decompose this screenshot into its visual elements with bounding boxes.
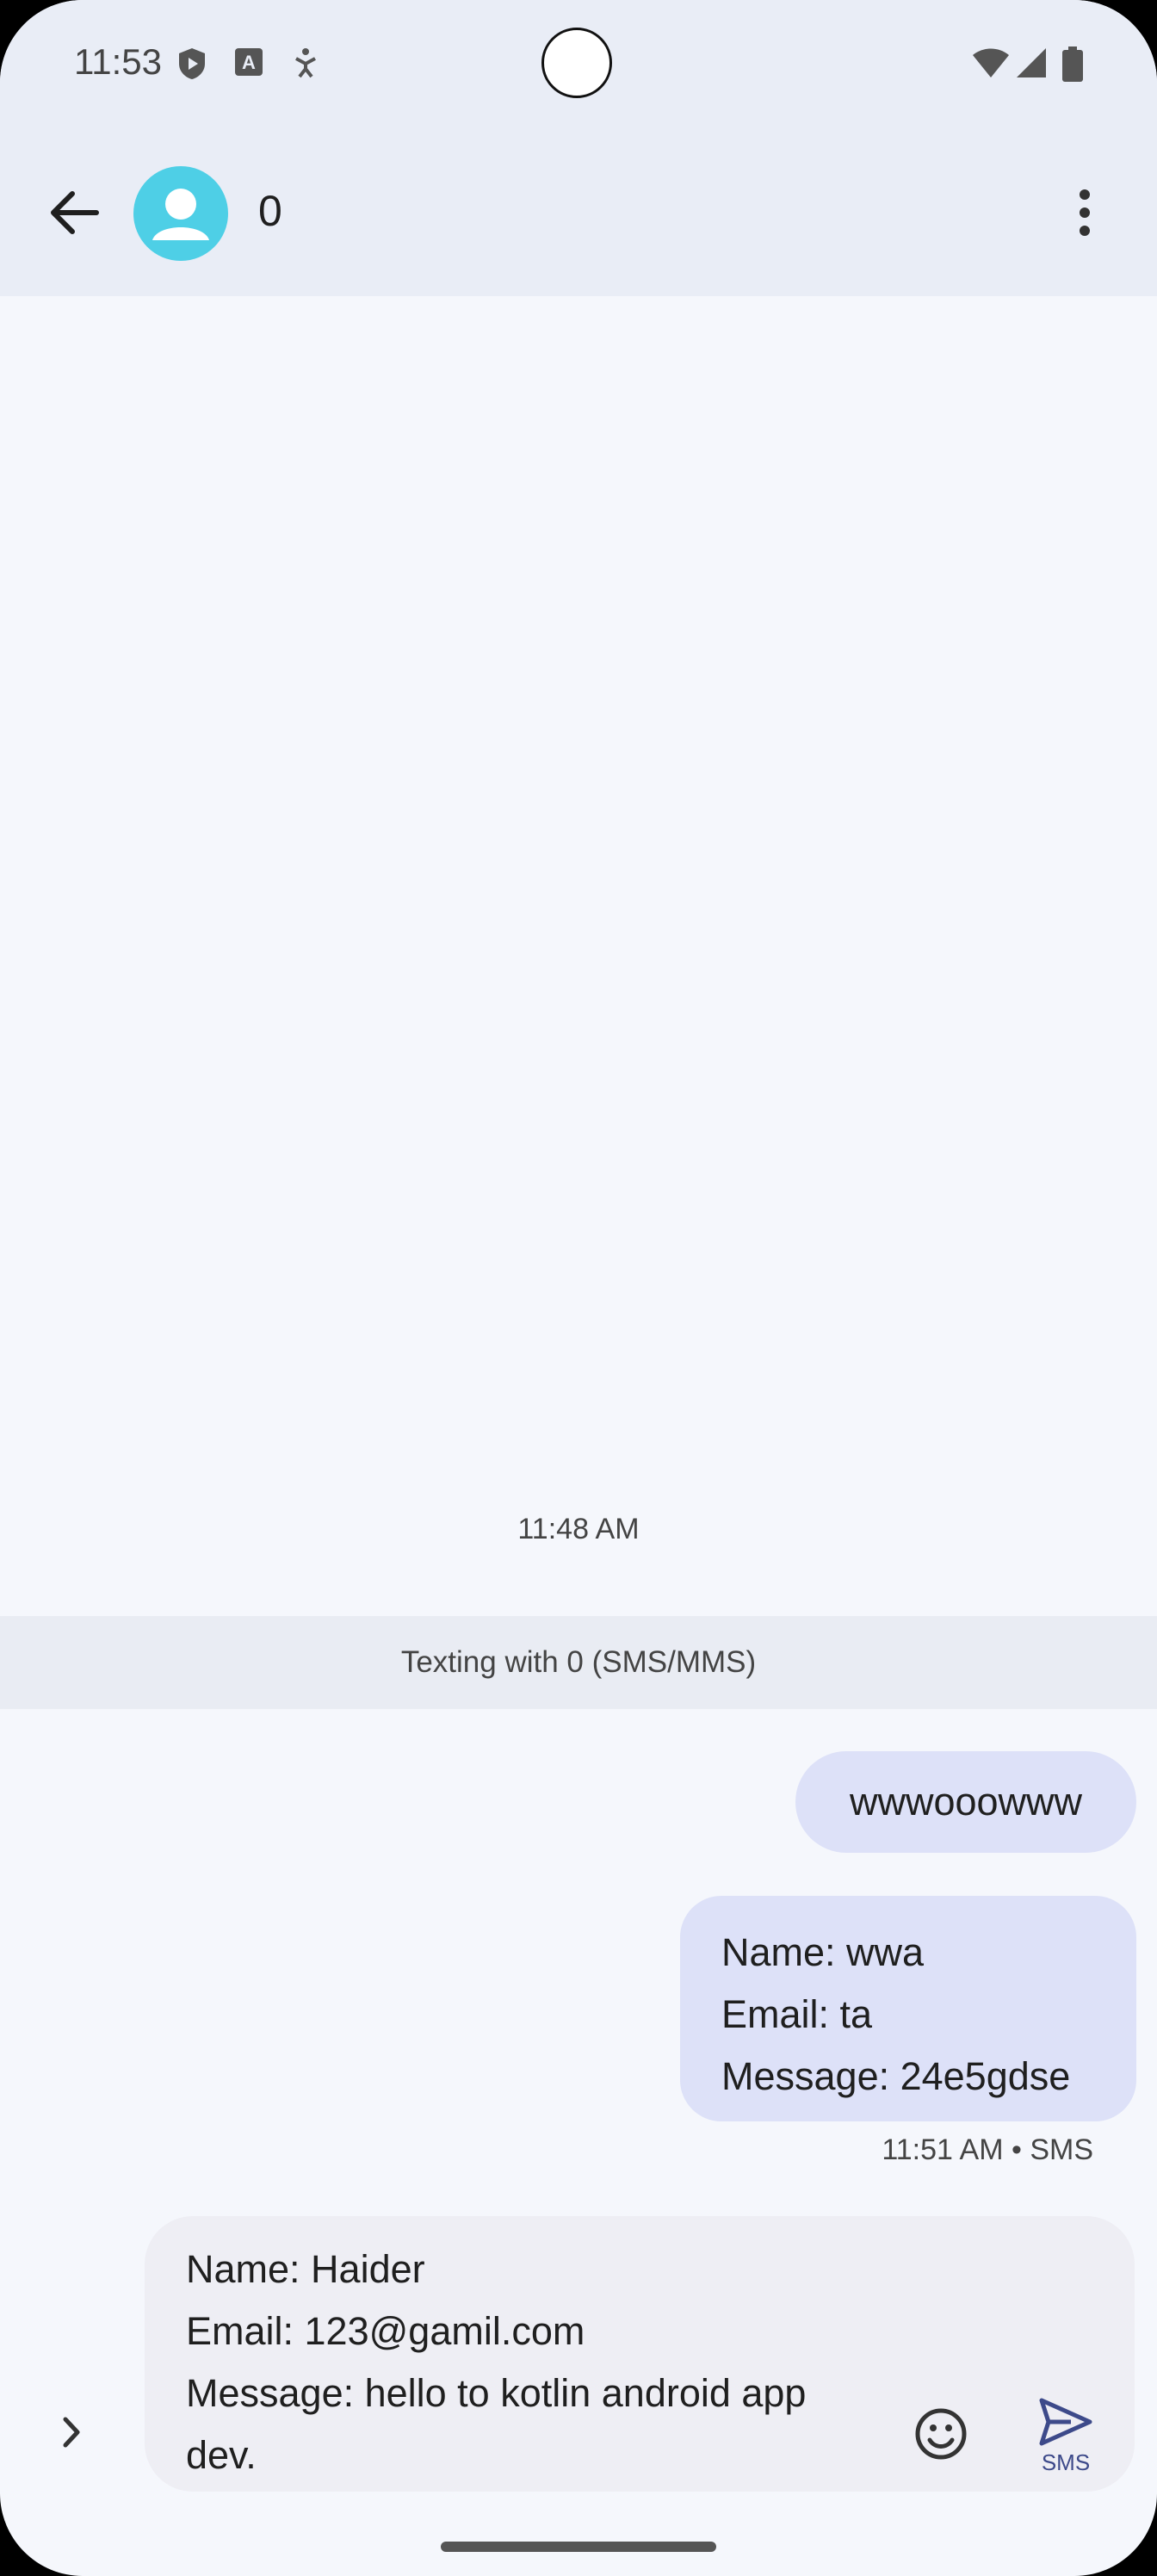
battery-icon	[1061, 46, 1085, 87]
texting-with-banner: Texting with 0 (SMS/MMS)	[0, 1616, 1157, 1709]
svg-text:A: A	[242, 52, 256, 73]
shield-play-icon	[176, 46, 207, 85]
send-icon	[1039, 2398, 1092, 2446]
chevron-right-icon[interactable]	[50, 2411, 93, 2454]
messages-screen: 11:53 A 0 11:48 AM Texting with 0 (SMS/M…	[0, 0, 1157, 2576]
compose-line: Name: Haider	[186, 2247, 425, 2291]
emoji-icon[interactable]	[911, 2404, 971, 2464]
front-camera	[541, 28, 612, 98]
message-bubble[interactable]: wwwooowww	[795, 1751, 1136, 1853]
back-arrow-icon[interactable]	[45, 183, 105, 243]
signal-icon	[1013, 46, 1048, 84]
wifi-icon	[971, 46, 1011, 84]
send-button[interactable]: SMS	[1031, 2395, 1100, 2481]
home-indicator[interactable]	[441, 2542, 716, 2552]
accessibility-icon	[291, 46, 320, 84]
contact-avatar[interactable]	[133, 166, 228, 261]
message-line: Email: ta	[721, 1992, 873, 2036]
send-label: SMS	[1041, 2449, 1091, 2475]
message-bubble[interactable]: Name: wwa Email: ta Message: 24e5gdse	[680, 1896, 1136, 2121]
more-vert-icon[interactable]	[1061, 183, 1109, 243]
person-icon	[152, 189, 209, 240]
message-line: Message: 24e5gdse	[721, 2054, 1071, 2098]
compose-input[interactable]: Name: Haider Email: 123@gamil.com Messag…	[186, 2239, 892, 2486]
contact-name[interactable]: 0	[258, 186, 282, 236]
keyboard-a-icon: A	[234, 46, 263, 82]
message-status: 11:51 AM • SMS	[882, 2133, 1093, 2166]
thread-timestamp: 11:48 AM	[517, 1513, 640, 1545]
compose-line: Email: 123@gamil.com	[186, 2309, 585, 2353]
status-bar: 11:53 A	[0, 0, 1157, 129]
compose-field[interactable]: Name: Haider Email: 123@gamil.com Messag…	[145, 2216, 1135, 2492]
compose-line: dev.	[186, 2433, 257, 2477]
message-text: wwwooowww	[849, 1780, 1083, 1824]
status-time: 11:53	[74, 41, 162, 82]
compose-line: Message: hello to kotlin android app	[186, 2371, 807, 2415]
message-line: Name: wwa	[721, 1930, 925, 1974]
